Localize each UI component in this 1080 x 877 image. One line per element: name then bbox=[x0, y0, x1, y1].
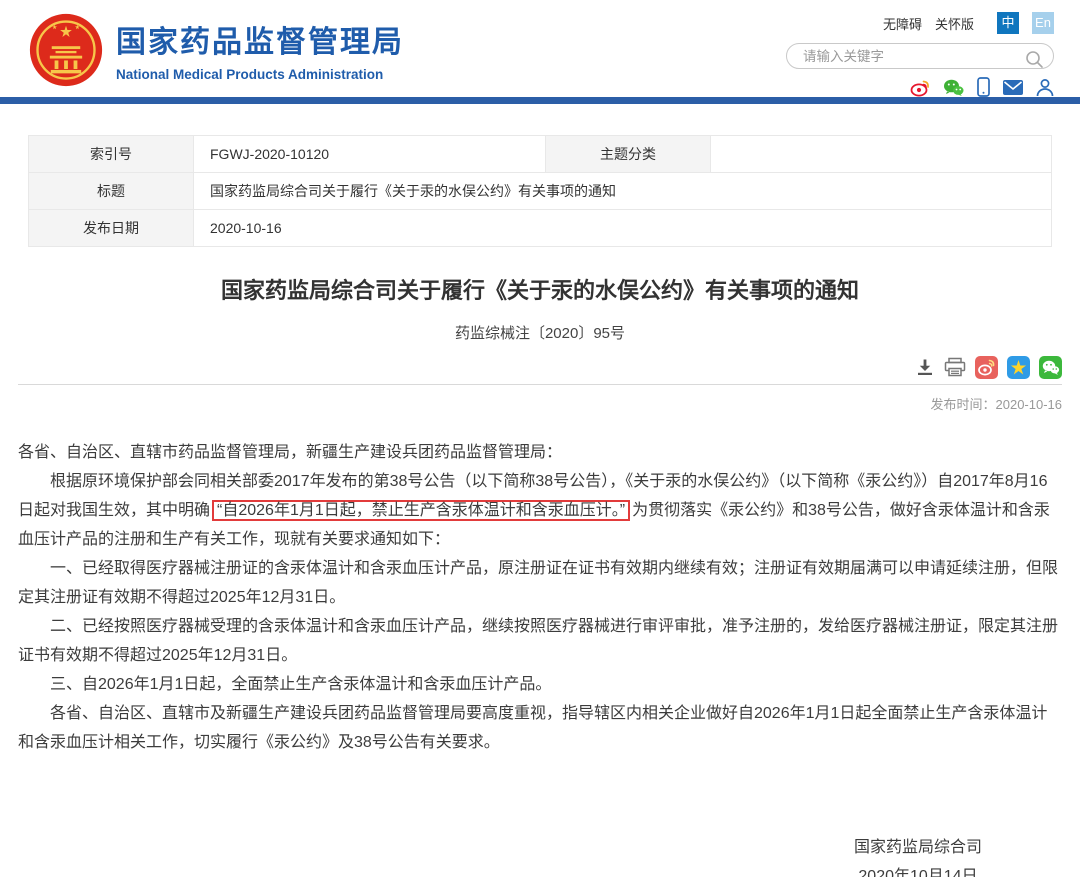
care-version-link[interactable]: 关怀版 bbox=[935, 14, 974, 33]
lang-zh-button[interactable]: 中 bbox=[997, 12, 1019, 34]
mail-icon[interactable] bbox=[1003, 80, 1023, 95]
index-number-value: FGWJ-2020-10120 bbox=[194, 136, 546, 173]
signature-block: 国家药监局综合司 2020年10月14日 bbox=[854, 833, 982, 877]
accessibility-link[interactable]: 无障碍 bbox=[883, 14, 922, 33]
user-icon[interactable] bbox=[1036, 78, 1054, 97]
highlighted-text: “自2026年1月1日起，禁止生产含汞体温计和含汞血压计。” bbox=[212, 500, 630, 521]
social-links bbox=[910, 77, 1054, 97]
brand-titles: 国家药品监督管理局 National Medical Products Admi… bbox=[116, 17, 404, 82]
brand-area: 国家药品监督管理局 National Medical Products Admi… bbox=[28, 8, 404, 97]
site-title: 国家药品监督管理局 bbox=[116, 17, 404, 61]
title-label: 标题 bbox=[29, 173, 194, 210]
item-1: 一、已经取得医疗器械注册证的含汞体温计和含汞血压计产品，原注册证在证书有效期内继… bbox=[18, 554, 1062, 612]
table-row: 标题 国家药监局综合司关于履行《关于汞的水俣公约》有关事项的通知 bbox=[29, 173, 1052, 210]
signature-org: 国家药监局综合司 bbox=[854, 833, 982, 862]
article-toolbar bbox=[18, 355, 1062, 379]
header-utilities: 无障碍 关怀版 中 En bbox=[786, 8, 1054, 97]
salutation: 各省、自治区、直辖市药品监督管理局，新疆生产建设兵团药品监督管理局： bbox=[18, 438, 1062, 467]
national-emblem-logo bbox=[28, 12, 104, 93]
item-2: 二、已经按照医疗器械受理的含汞体温计和含汞血压计产品，继续按照医疗器械进行审评审… bbox=[18, 612, 1062, 670]
publish-time: 发布时间：2020-10-16 bbox=[18, 394, 1062, 413]
divider bbox=[18, 384, 1062, 385]
lang-en-button[interactable]: En bbox=[1032, 12, 1054, 34]
print-icon[interactable] bbox=[944, 357, 966, 377]
search-input[interactable] bbox=[787, 44, 1053, 68]
publish-date-value: 2020-10-16 bbox=[194, 210, 1052, 247]
share-weibo-icon[interactable] bbox=[975, 356, 998, 379]
share-wechat-icon[interactable] bbox=[1039, 356, 1062, 379]
weibo-icon[interactable] bbox=[910, 78, 930, 97]
mobile-icon[interactable] bbox=[977, 77, 990, 97]
article: 国家药监局综合司关于履行《关于汞的水俣公约》有关事项的通知 药监综械注〔2020… bbox=[0, 273, 1080, 757]
item-3: 三、自2026年1月1日起，全面禁止生产含汞体温计和含汞血压计产品。 bbox=[18, 670, 1062, 699]
search-icon[interactable] bbox=[1025, 50, 1044, 74]
header-divider-bar bbox=[0, 97, 1080, 104]
document-number: 药监综械注〔2020〕95号 bbox=[18, 322, 1062, 343]
table-row: 发布日期 2020-10-16 bbox=[29, 210, 1052, 247]
index-number-label: 索引号 bbox=[29, 136, 194, 173]
table-row: 索引号 FGWJ-2020-10120 主题分类 bbox=[29, 136, 1052, 173]
document-body: 各省、自治区、直辖市药品监督管理局，新疆生产建设兵团药品监督管理局： 根据原环境… bbox=[18, 438, 1062, 757]
title-value: 国家药监局综合司关于履行《关于汞的水俣公约》有关事项的通知 bbox=[194, 173, 1052, 210]
site-subtitle: National Medical Products Administration bbox=[116, 67, 404, 82]
download-icon[interactable] bbox=[915, 357, 935, 377]
publish-time-label: 发布时间： bbox=[930, 397, 995, 412]
publish-date-label: 发布日期 bbox=[29, 210, 194, 247]
subject-category-value bbox=[711, 136, 1052, 173]
share-qzone-icon[interactable] bbox=[1007, 356, 1030, 379]
signature-date: 2020年10月14日 bbox=[858, 862, 977, 877]
page-title: 国家药监局综合司关于履行《关于汞的水俣公约》有关事项的通知 bbox=[58, 273, 1022, 305]
wechat-icon[interactable] bbox=[943, 78, 964, 97]
publish-time-value: 2020-10-16 bbox=[996, 397, 1063, 412]
site-header: 国家药品监督管理局 National Medical Products Admi… bbox=[0, 0, 1080, 97]
document-info-table: 索引号 FGWJ-2020-10120 主题分类 标题 国家药监局综合司关于履行… bbox=[28, 135, 1052, 247]
closing-paragraph: 各省、自治区、直辖市及新疆生产建设兵团药品监督管理局要高度重视，指导辖区内相关企… bbox=[18, 699, 1062, 757]
search-box bbox=[786, 43, 1054, 69]
top-links: 无障碍 关怀版 中 En bbox=[883, 12, 1054, 34]
subject-category-label: 主题分类 bbox=[546, 136, 711, 173]
intro-paragraph: 根据原环境保护部会同相关部委2017年发布的第38号公告（以下简称38号公告），… bbox=[18, 467, 1062, 554]
